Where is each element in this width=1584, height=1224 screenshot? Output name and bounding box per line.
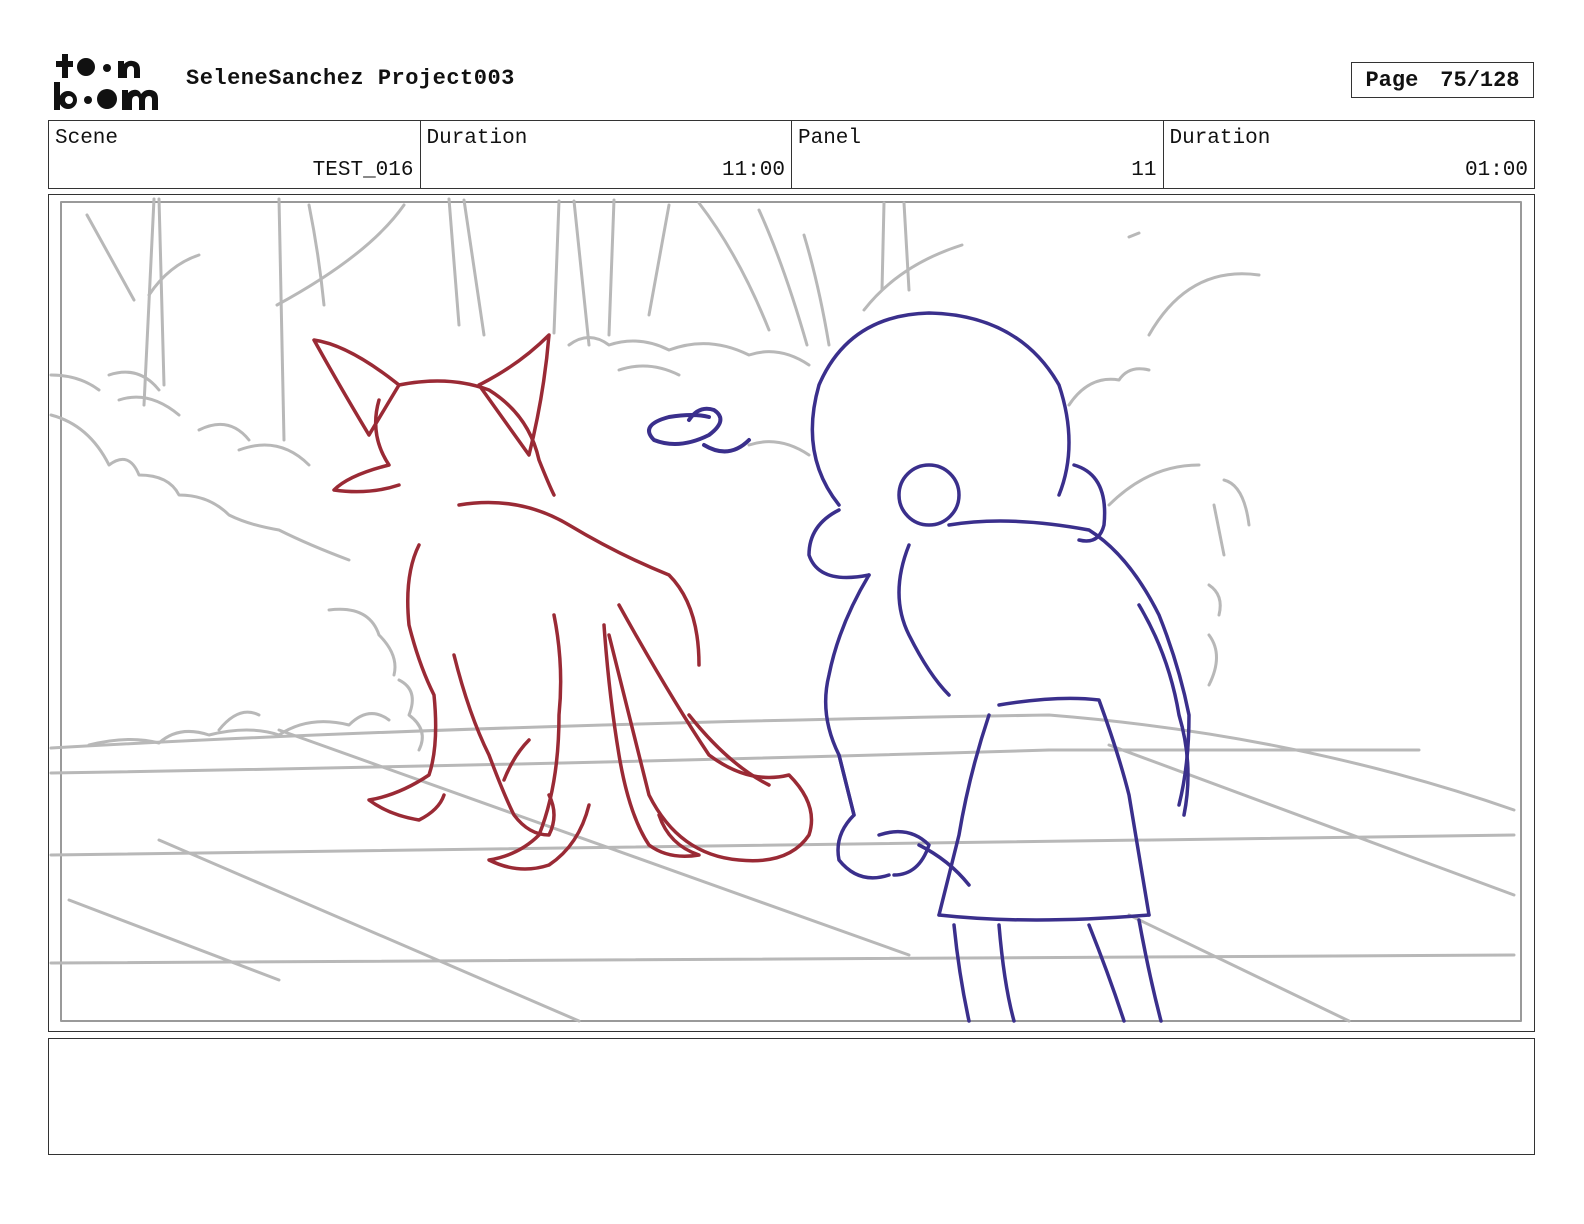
scene-duration-value: 11:00 <box>721 159 785 182</box>
background-sketch <box>49 197 1516 1023</box>
safe-frame <box>60 201 1522 1022</box>
panel-notes <box>48 1038 1535 1155</box>
project-title: SeleneSanchez Project003 <box>186 66 515 91</box>
panel-duration-cell: Duration 01:00 <box>1164 121 1535 188</box>
page-indicator: Page 75/128 <box>1351 62 1534 98</box>
panel-duration-value: 01:00 <box>1464 159 1528 182</box>
panel-value: 11 <box>1131 159 1157 182</box>
scene-info-row: Scene TEST_016 Duration 11:00 Panel 11 D… <box>48 120 1535 189</box>
fox-sketch <box>312 333 814 871</box>
panel-label: Panel <box>798 127 862 150</box>
scene-cell: Scene TEST_016 <box>49 121 421 188</box>
storyboard-panel <box>48 194 1535 1032</box>
scene-duration-cell: Duration 11:00 <box>421 121 792 188</box>
panel-sketch <box>49 197 1522 1023</box>
toonboom-logo-mark <box>54 54 158 110</box>
panel-cell: Panel 11 <box>792 121 1164 188</box>
scene-value: TEST_016 <box>312 159 414 182</box>
panel-duration-label: Duration <box>1169 127 1271 150</box>
scene-duration-label: Duration <box>426 127 528 150</box>
girl-sketch <box>807 311 1191 1023</box>
toonboom-logo <box>52 52 164 112</box>
page-label: Page <box>1365 67 1419 93</box>
swirl-mark <box>647 406 751 454</box>
scene-label: Scene <box>55 127 119 150</box>
page-number: 75/128 <box>1440 67 1520 93</box>
